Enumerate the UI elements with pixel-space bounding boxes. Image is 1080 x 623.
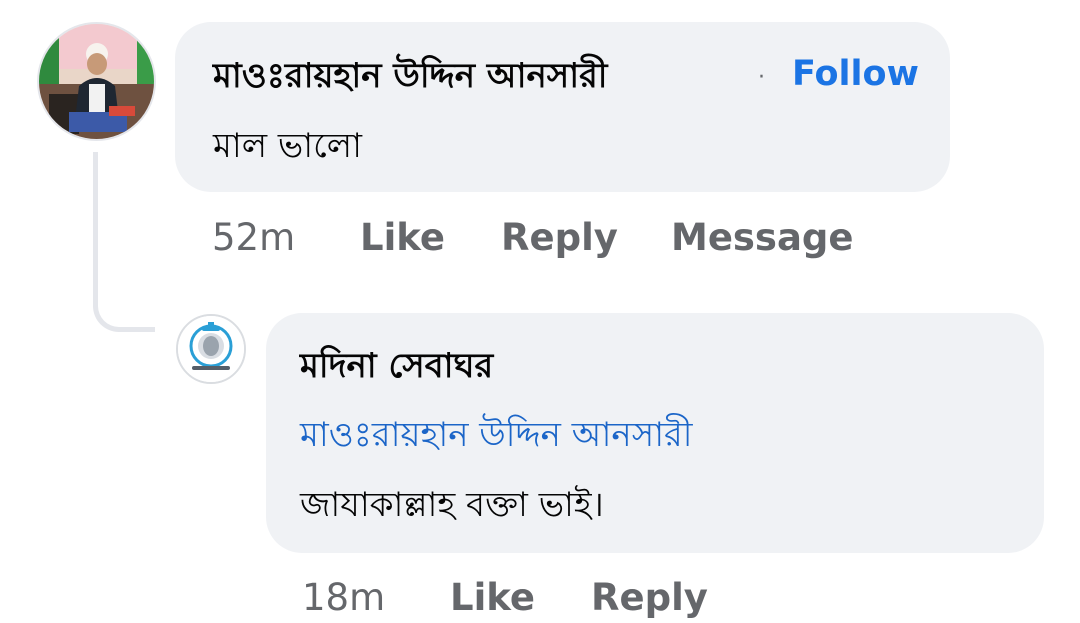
replier-avatar[interactable] bbox=[176, 314, 246, 384]
reply-button[interactable]: Reply bbox=[501, 214, 618, 262]
mention-link[interactable]: মাওঃরায়হান উদ্দিন আনসারী bbox=[300, 413, 692, 457]
reply-bubble[interactable]: মদিনা সেবাঘর মাওঃরায়হান উদ্দিন আনসারী জ… bbox=[266, 313, 1044, 553]
separator-dot: · bbox=[758, 65, 765, 90]
reply-text: জাযাকাল্লাহ বক্তা ভাই। bbox=[300, 485, 604, 525]
commenter-profile-photo bbox=[39, 24, 154, 139]
follow-button[interactable]: Follow bbox=[792, 52, 919, 96]
comment-bubble[interactable]: মাওঃরায়হান উদ্দিন আনসারী · Follow মাল ভ… bbox=[175, 22, 950, 192]
message-button[interactable]: Message bbox=[671, 214, 854, 262]
comment-text: মাল ভালো bbox=[213, 126, 362, 166]
commenter-avatar[interactable] bbox=[37, 22, 156, 141]
reply-reply-button[interactable]: Reply bbox=[591, 574, 708, 622]
comment-author-name[interactable]: মাওঃরায়হান উদ্দিন আনসারী bbox=[213, 54, 608, 98]
reply-like-button[interactable]: Like bbox=[450, 574, 535, 622]
thread-connector-branch bbox=[128, 327, 155, 332]
reply-timestamp[interactable]: 18m bbox=[302, 574, 385, 622]
thread-connector-line bbox=[93, 152, 98, 302]
reply-author-name[interactable]: মদিনা সেবাঘর bbox=[300, 344, 493, 388]
comment-timestamp[interactable]: 52m bbox=[212, 214, 295, 262]
replier-logo-icon bbox=[178, 316, 244, 382]
thread-connector-curve bbox=[93, 290, 133, 332]
like-button[interactable]: Like bbox=[360, 214, 445, 262]
